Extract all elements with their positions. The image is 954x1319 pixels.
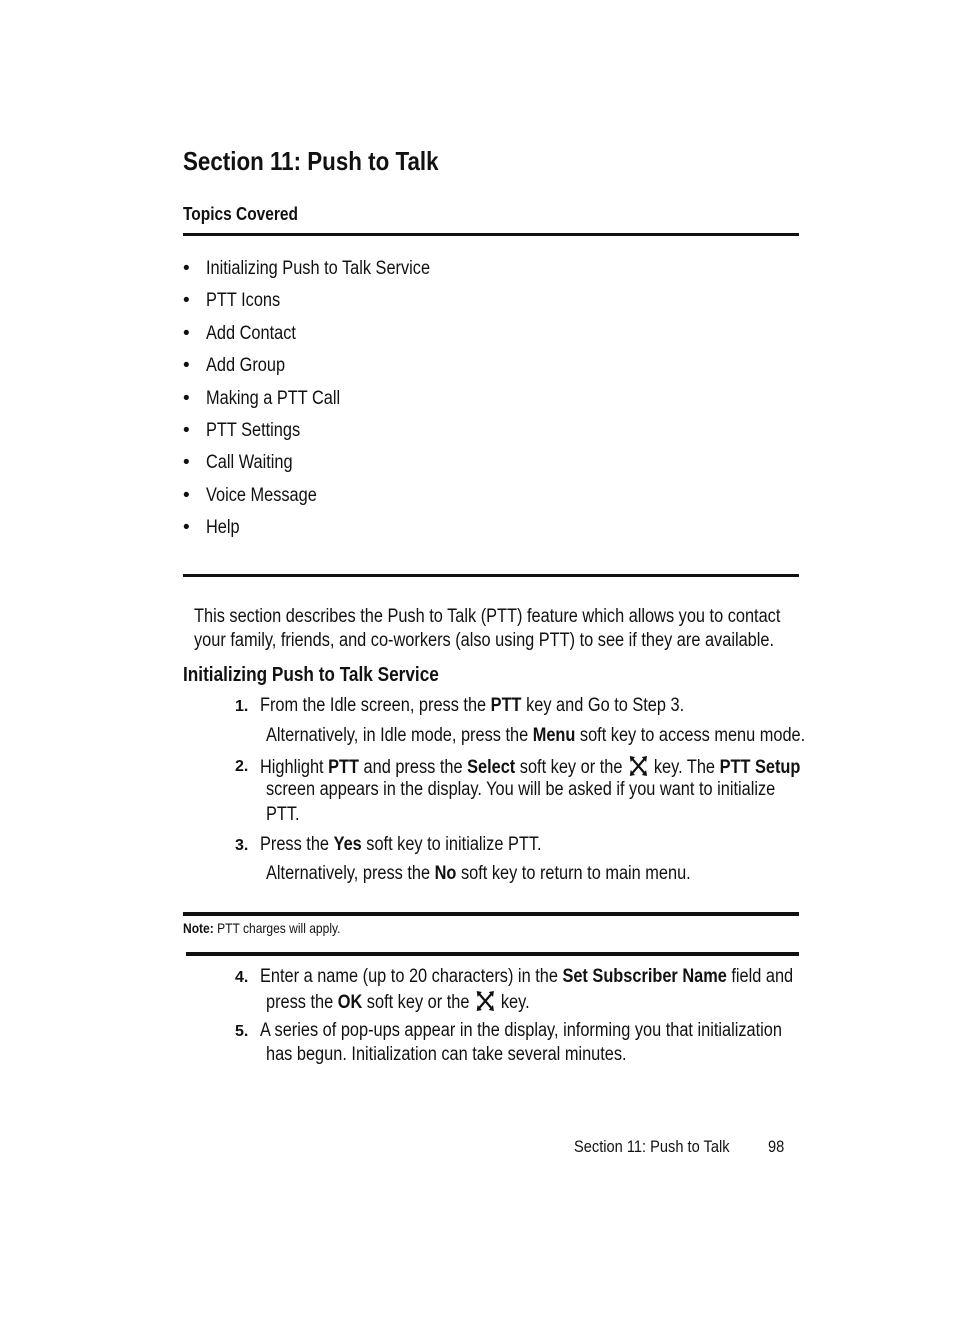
note-divider-top	[183, 912, 799, 916]
topics-heading: Topics Covered	[183, 204, 298, 224]
step-number: 4.	[235, 969, 249, 986]
note: Note: PTT charges will apply.	[183, 920, 341, 936]
divider	[183, 574, 799, 577]
step-4-text-cont: press the OK soft key or the key.	[266, 991, 530, 1013]
intro-paragraph: This section describes the Push to Talk …	[194, 606, 781, 651]
step-5-text-cont: has begun. Initialization can take sever…	[266, 1044, 627, 1065]
step-1-text: From the Idle screen, press the PTT key …	[260, 695, 685, 716]
step-number: 2.	[235, 758, 249, 775]
step-1-alternative: Alternatively, in Idle mode, press the M…	[266, 725, 806, 746]
divider	[183, 233, 799, 236]
footer-section-title: Section 11: Push to Talk	[574, 1137, 730, 1156]
step-3-alternative: Alternatively, press the No soft key to …	[266, 863, 691, 884]
navigation-key-icon	[476, 991, 494, 1011]
step-number: 3.	[235, 837, 249, 854]
step-5-text: A series of pop-ups appear in the displa…	[260, 1020, 782, 1041]
subsection-heading: Initializing Push to Talk Service	[183, 664, 439, 686]
step-2-text: Highlight PTT and press the Select soft …	[260, 756, 801, 778]
step-3-text: Press the Yes soft key to initialize PTT…	[260, 834, 542, 855]
note-divider-bottom	[186, 952, 799, 956]
step-2-text-cont: screen appears in the display. You will …	[266, 779, 776, 800]
navigation-key-icon	[629, 756, 647, 776]
section-title: Section 11: Push to Talk	[183, 146, 439, 176]
step-number: 5.	[235, 1023, 249, 1040]
step-number: 1.	[235, 698, 249, 715]
page-number: 98	[768, 1137, 785, 1156]
step-4-text: Enter a name (up to 20 characters) in th…	[260, 966, 794, 987]
step-2-text-cont: PTT.	[266, 804, 300, 825]
